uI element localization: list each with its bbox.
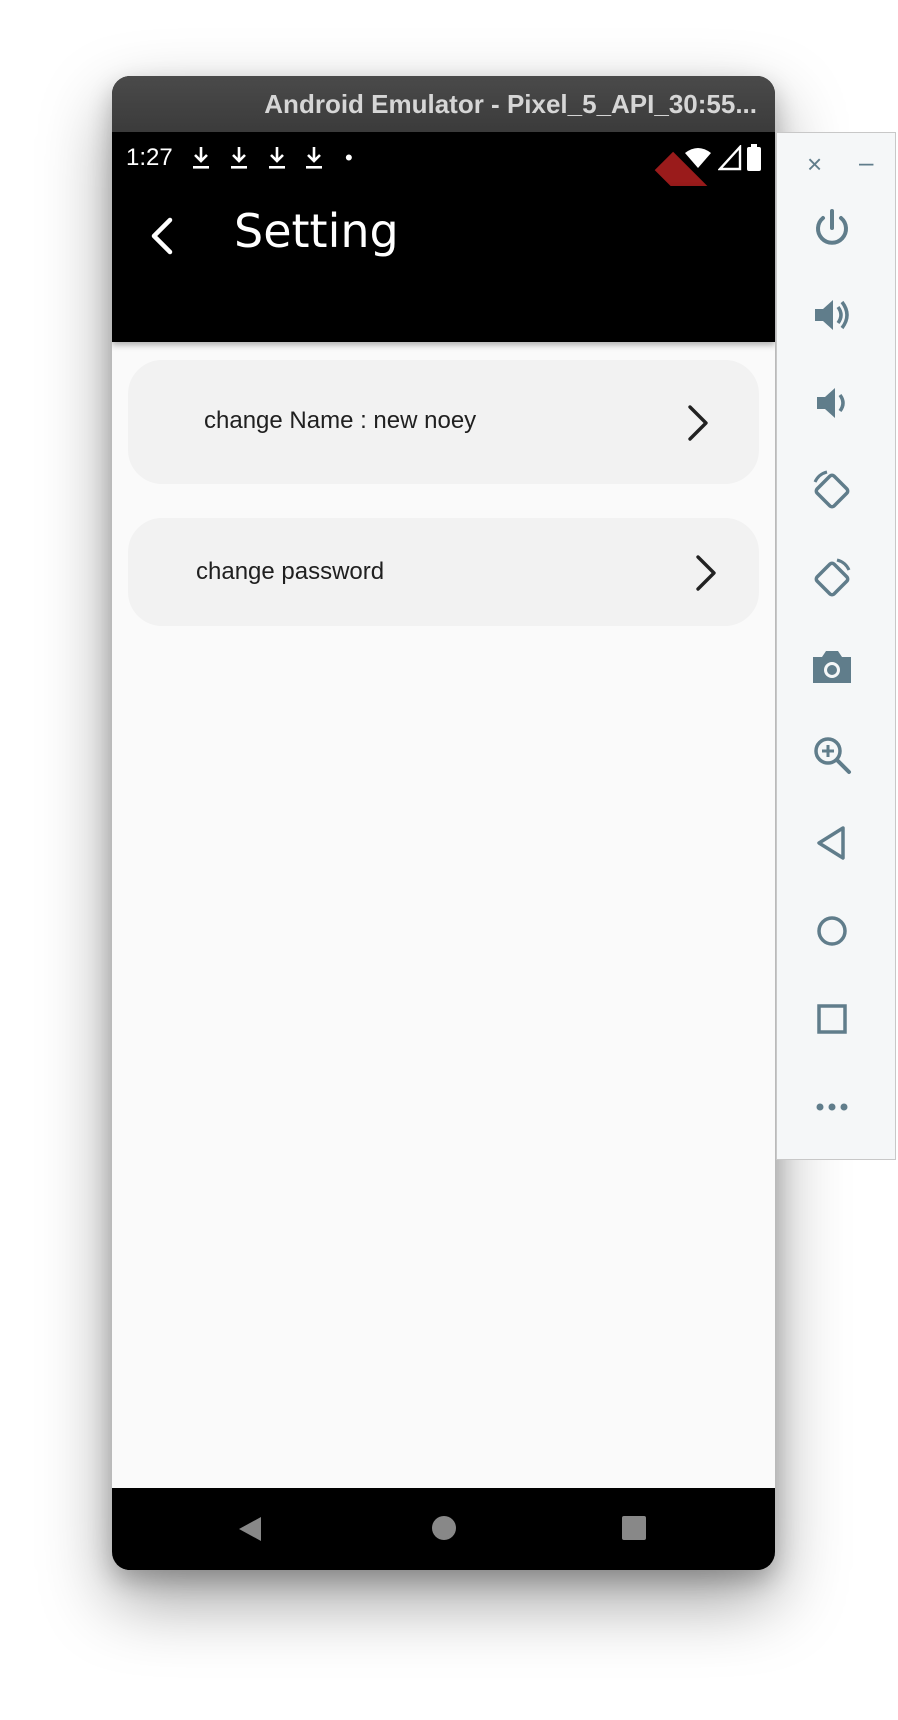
chevron-right-icon bbox=[688, 405, 708, 441]
app-bar: Setting bbox=[112, 186, 775, 342]
status-bar: 1:27 • DEBUG bbox=[112, 132, 775, 291]
window-title: Android Emulator - Pixel_5_API_30:55... bbox=[112, 76, 775, 132]
back-arrow-icon[interactable] bbox=[144, 212, 184, 260]
camera-icon[interactable] bbox=[807, 642, 857, 692]
nav-home-icon[interactable] bbox=[431, 1515, 457, 1541]
volume-up-icon[interactable] bbox=[807, 290, 857, 340]
volume-down-icon[interactable] bbox=[807, 378, 857, 428]
download-icon bbox=[193, 147, 209, 169]
status-dot: • bbox=[345, 145, 353, 170]
change-name-label: change Name : new noey bbox=[204, 407, 477, 434]
power-icon[interactable] bbox=[807, 203, 857, 253]
rotate-left-icon[interactable] bbox=[807, 466, 857, 516]
change-name-item[interactable]: change Name : new noey bbox=[128, 360, 759, 484]
rotate-right-icon[interactable] bbox=[807, 554, 857, 604]
nav-back-icon[interactable] bbox=[237, 1515, 263, 1543]
minimize-icon[interactable]: – bbox=[859, 147, 873, 178]
nav-recents-icon[interactable] bbox=[622, 1516, 646, 1540]
emulator-window: Android Emulator - Pixel_5_API_30:55... … bbox=[112, 76, 775, 1570]
status-time: 1:27 bbox=[126, 144, 173, 171]
navigation-bar bbox=[112, 1488, 775, 1570]
overview-icon[interactable] bbox=[807, 994, 857, 1044]
home-icon[interactable] bbox=[807, 906, 857, 956]
emulator-side-toolbar: × – bbox=[776, 132, 896, 1160]
download-icon bbox=[231, 147, 247, 169]
change-password-item[interactable]: change password bbox=[128, 518, 759, 626]
battery-icon bbox=[747, 144, 761, 171]
download-icon bbox=[306, 147, 322, 169]
change-password-label: change password bbox=[196, 558, 385, 585]
close-icon[interactable]: × bbox=[807, 149, 822, 180]
zoom-icon[interactable] bbox=[807, 730, 857, 780]
more-icon[interactable] bbox=[807, 1082, 857, 1132]
back-icon[interactable] bbox=[807, 818, 857, 868]
settings-list: change Name : new noey change password bbox=[112, 342, 775, 1564]
download-icon bbox=[269, 147, 285, 169]
signal-icon bbox=[718, 145, 742, 171]
chevron-right-icon bbox=[696, 555, 716, 591]
page-title: Setting bbox=[234, 204, 399, 258]
